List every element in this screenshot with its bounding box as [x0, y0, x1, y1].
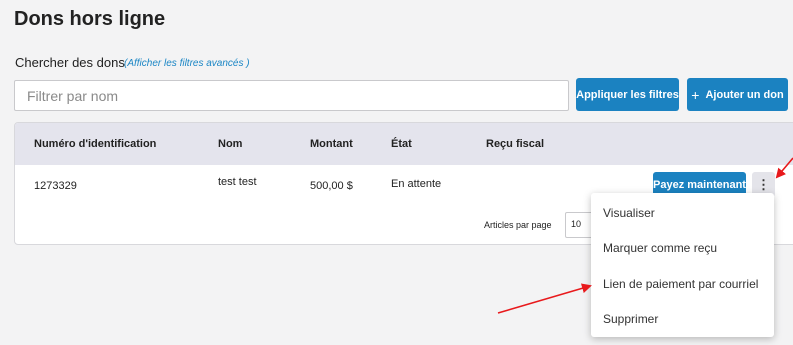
- cell-name: test test: [218, 176, 257, 188]
- advanced-filters-link[interactable]: (Afficher les filtres avancés ): [124, 58, 250, 69]
- column-header-amount: Montant: [310, 138, 353, 150]
- cell-id: 1273329: [34, 180, 77, 192]
- menu-item-email-payment-link[interactable]: Lien de paiement par courriel: [603, 277, 758, 291]
- column-header-id: Numéro d'identification: [34, 138, 157, 150]
- menu-item-delete[interactable]: Supprimer: [603, 312, 658, 326]
- cell-amount: 500,00 $: [310, 180, 353, 192]
- per-page-label: Articles par page: [484, 220, 552, 230]
- menu-item-view[interactable]: Visualiser: [603, 206, 655, 220]
- cell-status: En attente: [391, 178, 442, 190]
- menu-item-mark-received[interactable]: Marquer comme reçu: [603, 241, 717, 255]
- row-actions-menu: Visualiser Marquer comme reçu Lien de pa…: [591, 193, 774, 337]
- column-header-name: Nom: [218, 138, 243, 150]
- plus-icon: +: [691, 86, 700, 103]
- column-header-receipt: Reçu fiscal: [486, 138, 545, 150]
- page-title: Dons hors ligne: [14, 8, 166, 30]
- add-donation-button[interactable]: + Ajouter un don: [687, 78, 788, 111]
- filter-by-name-input[interactable]: [14, 80, 569, 111]
- add-donation-label: Ajouter un don: [705, 88, 784, 101]
- arrow-to-email-link: [497, 283, 592, 314]
- search-label: Chercher des dons: [15, 55, 125, 70]
- column-header-status: État: [391, 138, 412, 150]
- apply-filters-button[interactable]: Appliquer les filtres: [576, 78, 679, 111]
